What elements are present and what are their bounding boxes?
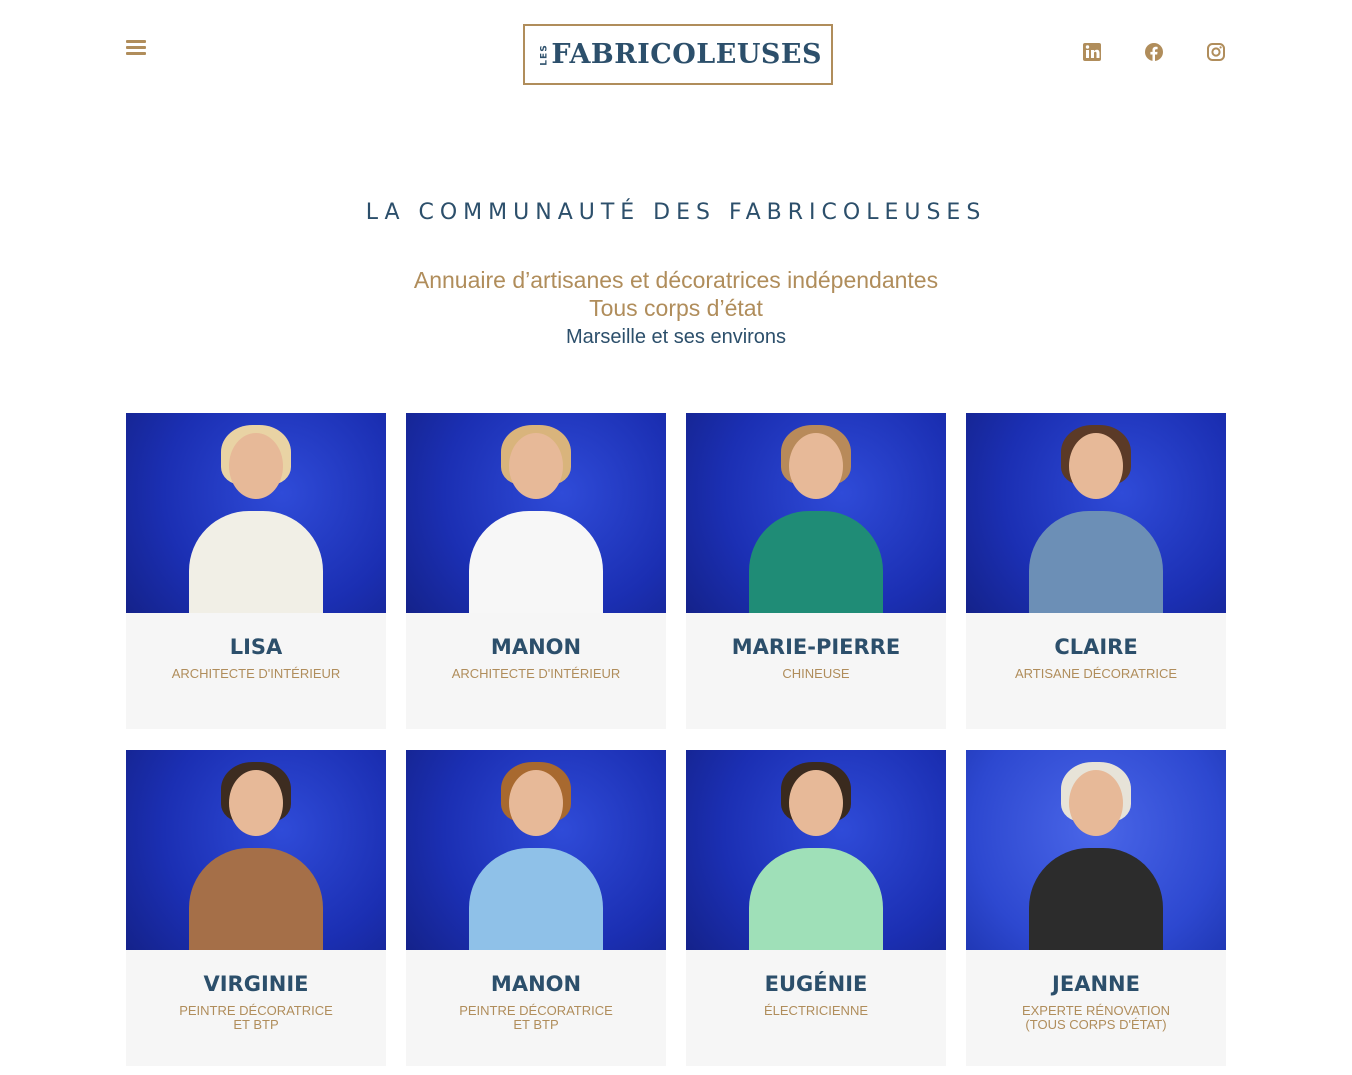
member-card[interactable]: MARIE-PIERRE CHINEUSE <box>686 413 946 729</box>
member-card[interactable]: MANON ARCHITECTE D'INTÉRIEUR <box>406 413 666 729</box>
subtitle-line-1: Annuaire d’artisanes et décoratrices ind… <box>413 267 939 293</box>
member-role: ÉLECTRICIENNE <box>763 1003 869 1018</box>
site-header: LES FABRICOLEUSES <box>0 0 1352 110</box>
member-photo <box>966 413 1226 613</box>
facebook-icon[interactable] <box>1144 42 1164 62</box>
member-card[interactable]: JEANNE EXPERTE RÉNOVATION (TOUS CORPS D'… <box>966 750 1226 1066</box>
member-photo <box>686 750 946 950</box>
member-card[interactable]: MANON PEINTRE DÉCORATRICE ET BTP <box>406 750 666 1066</box>
member-card[interactable]: EUGÉNIE ÉLECTRICIENNE <box>686 750 946 1066</box>
portrait-figure <box>741 760 891 950</box>
member-role: ARCHITECTE D'INTÉRIEUR <box>171 666 341 681</box>
logo-text: FABRICOLEUSES <box>551 39 822 70</box>
member-name: MANON <box>490 972 582 996</box>
portrait-figure <box>461 423 611 613</box>
linkedin-icon[interactable] <box>1082 42 1102 62</box>
member-name: VIRGINIE <box>203 972 309 996</box>
member-photo <box>686 413 946 613</box>
member-role: PEINTRE DÉCORATRICE ET BTP <box>459 1003 613 1032</box>
social-links <box>1082 42 1226 62</box>
member-role: EXPERTE RÉNOVATION (TOUS CORPS D'ÉTAT) <box>1021 1003 1171 1032</box>
member-photo <box>406 750 666 950</box>
page-title: LA COMMUNAUTÉ DES FABRICOLEUSES <box>365 200 987 225</box>
member-name: EUGÉNIE <box>764 972 868 996</box>
member-photo <box>406 413 666 613</box>
portrait-figure <box>461 760 611 950</box>
members-grid: LISA ARCHITECTE D'INTÉRIEUR MANON ARCHIT… <box>126 413 1226 1066</box>
member-photo <box>966 750 1226 950</box>
member-name: LISA <box>229 635 283 659</box>
member-role: PEINTRE DÉCORATRICE ET BTP <box>179 1003 333 1032</box>
member-role: ARCHITECTE D'INTÉRIEUR <box>451 666 621 681</box>
member-card[interactable]: VIRGINIE PEINTRE DÉCORATRICE ET BTP <box>126 750 386 1066</box>
member-name: MARIE-PIERRE <box>731 635 901 659</box>
portrait-figure <box>741 423 891 613</box>
instagram-icon[interactable] <box>1206 42 1226 62</box>
location-subtitle: Marseille et ses environs <box>565 326 787 348</box>
portrait-figure <box>1021 760 1171 950</box>
hamburger-icon[interactable] <box>126 40 146 58</box>
member-photo <box>126 413 386 613</box>
member-name: JEANNE <box>1052 972 1140 996</box>
member-role: CHINEUSE <box>782 666 850 681</box>
page-subtitle: Annuaire d’artisanes et décoratrices ind… <box>0 266 1352 322</box>
portrait-figure <box>181 760 331 950</box>
member-card[interactable]: CLAIRE ARTISANE DÉCORATRICE <box>966 413 1226 729</box>
portrait-figure <box>181 423 331 613</box>
member-role: ARTISANE DÉCORATRICE <box>1014 666 1178 681</box>
portrait-figure <box>1021 423 1171 613</box>
member-card[interactable]: LISA ARCHITECTE D'INTÉRIEUR <box>126 413 386 729</box>
member-photo <box>126 750 386 950</box>
member-name: CLAIRE <box>1054 635 1138 659</box>
member-name: MANON <box>490 635 582 659</box>
logo-prefix: LES <box>539 43 550 66</box>
subtitle-line-2: Tous corps d’état <box>589 295 763 321</box>
site-logo[interactable]: LES FABRICOLEUSES <box>523 24 833 85</box>
